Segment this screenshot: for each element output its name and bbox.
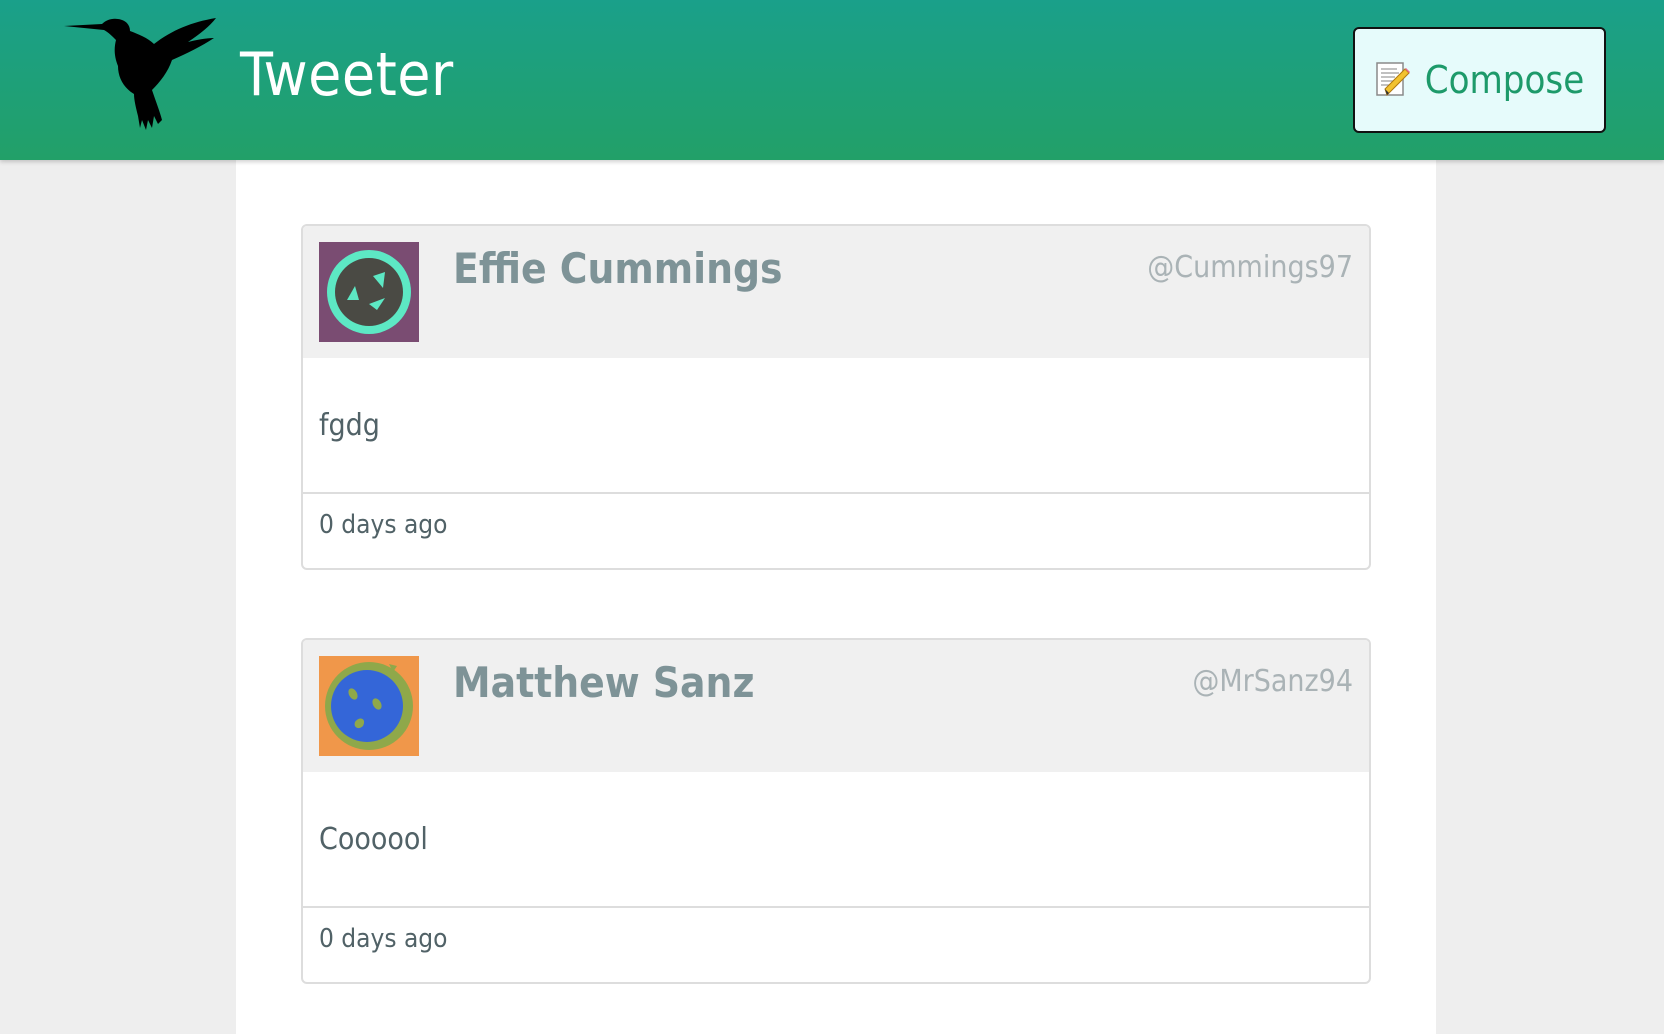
tweet-author-name[interactable]: Matthew Sanz (453, 658, 754, 707)
tweet-card: Matthew Sanz @MrSanz94 Coooool 0 days ag… (301, 638, 1371, 984)
avatar (319, 656, 419, 756)
tweet-header: Matthew Sanz @MrSanz94 (303, 640, 1369, 772)
tweet-header: Effie Cummings @Cummings97 (303, 226, 1369, 358)
tweet-author-handle[interactable]: @MrSanz94 (1192, 664, 1353, 699)
tweet-divider (303, 906, 1369, 908)
top-navbar: Tweeter Compose (0, 0, 1664, 160)
app-brand-title[interactable]: Tweeter (240, 40, 454, 110)
hummingbird-icon (64, 18, 216, 130)
tweet-timestamp: 0 days ago (319, 510, 448, 540)
tweet-divider (303, 492, 1369, 494)
memo-pencil-icon (1375, 62, 1410, 96)
tweet-feed: Effie Cummings @Cummings97 fgdg 0 days a… (236, 160, 1436, 1034)
tweet-author-handle[interactable]: @Cummings97 (1147, 250, 1353, 285)
compose-button-label: Compose (1424, 58, 1585, 102)
avatar (319, 242, 419, 342)
compose-button[interactable]: Compose (1353, 27, 1606, 133)
tweet-timestamp: 0 days ago (319, 924, 448, 954)
tweet-content: fgdg (319, 408, 380, 443)
tweet-card: Effie Cummings @Cummings97 fgdg 0 days a… (301, 224, 1371, 570)
tweet-content: Coooool (319, 822, 428, 857)
tweet-author-name[interactable]: Effie Cummings (453, 244, 783, 293)
